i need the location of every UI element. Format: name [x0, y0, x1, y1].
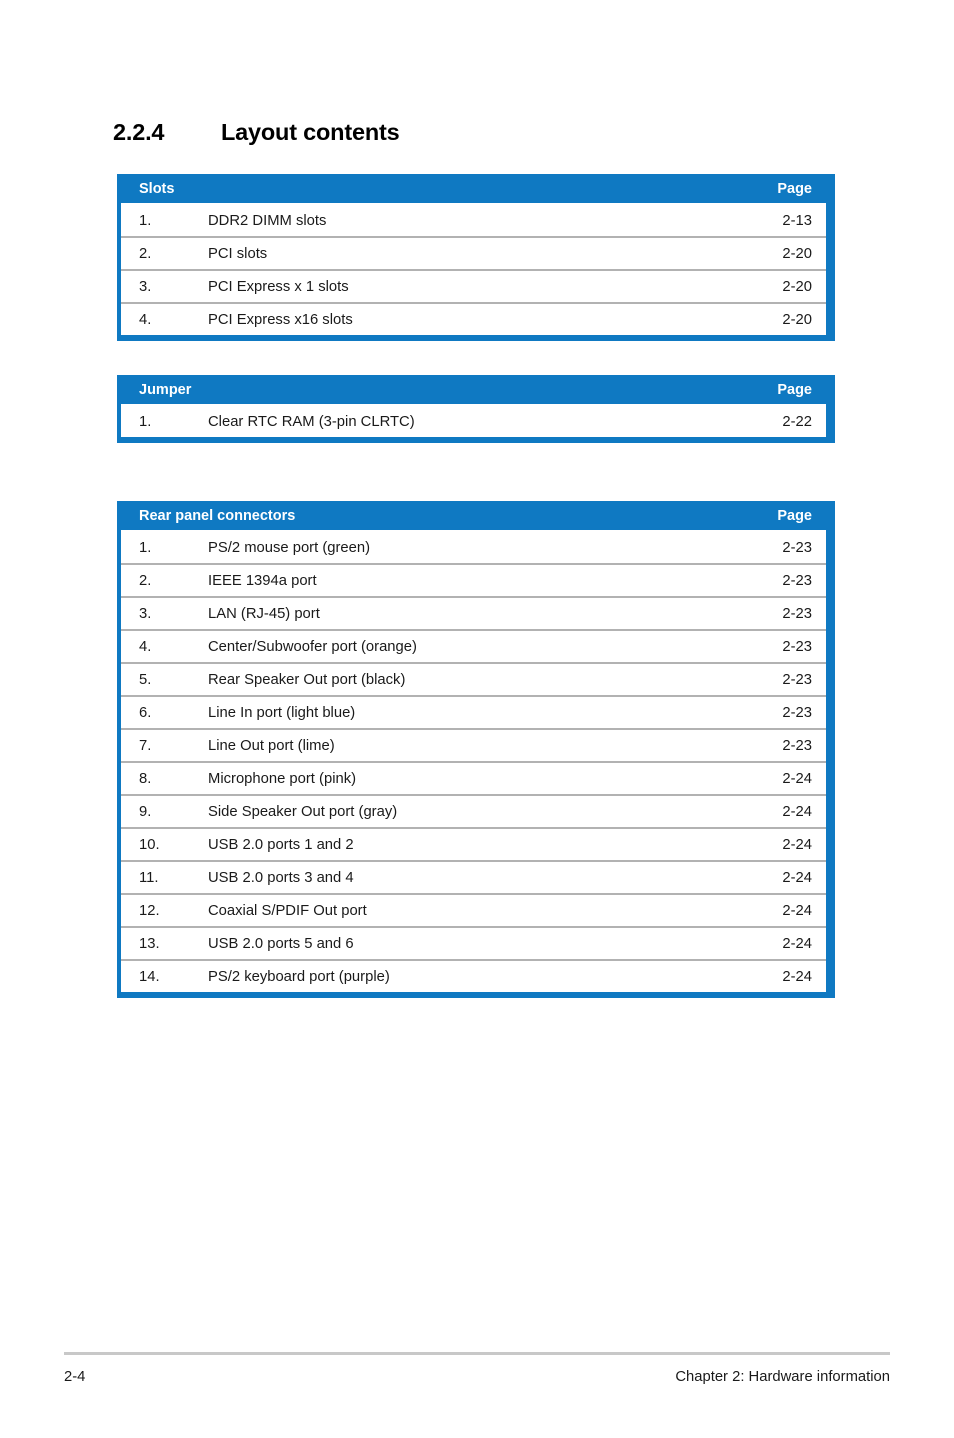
document-page: 2.2.4 Layout contents Slots Page 1. DDR2 DI…	[0, 0, 954, 1438]
table-row: 12. Coaxial S/PDIF Out port 2-24	[121, 893, 826, 926]
row-page-reference: 2-20	[782, 245, 812, 262]
row-page-reference: 2-23	[782, 572, 812, 589]
row-label: DDR2 DIMM slots	[208, 212, 327, 229]
row-index: 4.	[139, 638, 152, 655]
table-row: 9. Side Speaker Out port (gray) 2-24	[121, 794, 826, 827]
table-row: 7. Line Out port (lime) 2-23	[121, 728, 826, 761]
table-header-row: Slots Page	[121, 174, 826, 203]
table-header-row: Jumper Page	[121, 375, 826, 404]
row-index: 12.	[139, 902, 160, 919]
row-page-reference: 2-24	[782, 836, 812, 853]
footer-chapter: Chapter 2: Hardware information	[675, 1369, 890, 1385]
row-page-reference: 2-23	[782, 539, 812, 556]
table-header-page: Page	[777, 180, 812, 197]
row-label: Center/Subwoofer port (orange)	[208, 638, 417, 655]
row-index: 3.	[139, 278, 152, 295]
row-page-reference: 2-24	[782, 803, 812, 820]
table-header-page: Page	[777, 381, 812, 398]
row-label: PS/2 keyboard port (purple)	[208, 968, 390, 985]
row-index: 1.	[139, 413, 152, 430]
rear-panel-connectors-table: Rear panel connectors Page 1. PS/2 mouse po…	[117, 501, 835, 998]
row-page-reference: 2-24	[782, 968, 812, 985]
footer-page-number: 2-4	[64, 1369, 86, 1385]
row-page-reference: 2-24	[782, 935, 812, 952]
row-page-reference: 2-23	[782, 704, 812, 721]
row-label: Line In port (light blue)	[208, 704, 356, 721]
row-label: PCI slots	[208, 245, 268, 262]
row-page-reference: 2-24	[782, 869, 812, 886]
table-row: 2. IEEE 1394a port 2-23	[121, 563, 826, 596]
row-page-reference: 2-24	[782, 902, 812, 919]
table-header-label: Slots	[139, 180, 175, 197]
table-header-row: Rear panel connectors Page	[121, 501, 826, 530]
row-page-reference: 2-23	[782, 638, 812, 655]
footer-divider	[64, 1352, 890, 1355]
table-row: 3. LAN (RJ-45) port 2-23	[121, 596, 826, 629]
row-label: USB 2.0 ports 3 and 4	[208, 869, 354, 886]
table-row: 14. PS/2 keyboard port (purple) 2-24	[121, 959, 826, 992]
row-index: 2.	[139, 245, 152, 262]
row-page-reference: 2-20	[782, 311, 812, 328]
row-label: PCI Express x 1 slots	[208, 278, 349, 295]
page-title: 2.2.4 Layout contents	[113, 119, 400, 146]
section-number: 2.2.4	[113, 119, 165, 145]
row-label: Line Out port (lime)	[208, 737, 335, 754]
table-header-label: Jumper	[139, 381, 192, 398]
table-row: 4. Center/Subwoofer port (orange) 2-23	[121, 629, 826, 662]
row-index: 5.	[139, 671, 152, 688]
row-index: 13.	[139, 935, 160, 952]
row-label: PCI Express x16 slots	[208, 311, 353, 328]
row-label: Coaxial S/PDIF Out port	[208, 902, 367, 919]
row-label: USB 2.0 ports 5 and 6	[208, 935, 354, 952]
table-row: 1. DDR2 DIMM slots 2-13	[121, 203, 826, 236]
row-index: 14.	[139, 968, 160, 985]
row-label: IEEE 1394a port	[208, 572, 317, 589]
row-label: Microphone port (pink)	[208, 770, 357, 787]
row-page-reference: 2-23	[782, 605, 812, 622]
section-title: Layout contents	[221, 119, 400, 145]
row-index: 8.	[139, 770, 152, 787]
jumper-table: Jumper Page 1. Clear RTC RAM (3-pin CLRTC) 2…	[117, 375, 835, 443]
row-page-reference: 2-24	[782, 770, 812, 787]
row-label: Rear Speaker Out port (black)	[208, 671, 406, 688]
row-index: 1.	[139, 212, 152, 229]
table-row: 10. USB 2.0 ports 1 and 2 2-24	[121, 827, 826, 860]
table-row: 2. PCI slots 2-20	[121, 236, 826, 269]
row-label: USB 2.0 ports 1 and 2	[208, 836, 354, 853]
row-page-reference: 2-13	[782, 212, 812, 229]
row-page-reference: 2-22	[782, 413, 812, 430]
table-row: 4. PCI Express x16 slots 2-20	[121, 302, 826, 335]
table-header-label: Rear panel connectors	[139, 507, 296, 524]
table-row: 6. Line In port (light blue) 2-23	[121, 695, 826, 728]
row-page-reference: 2-23	[782, 671, 812, 688]
row-index: 4.	[139, 311, 152, 328]
table-header-page: Page	[777, 507, 812, 524]
row-index: 9.	[139, 803, 152, 820]
row-index: 10.	[139, 836, 160, 853]
table-row: 5. Rear Speaker Out port (black) 2-23	[121, 662, 826, 695]
table-row: 13. USB 2.0 ports 5 and 6 2-24	[121, 926, 826, 959]
slots-table: Slots Page 1. DDR2 DIMM slots 2-13 2. PCI slot…	[117, 174, 835, 341]
row-page-reference: 2-23	[782, 737, 812, 754]
page-footer: 2-4 Chapter 2: Hardware information	[64, 1369, 890, 1385]
row-label: LAN (RJ-45) port	[208, 605, 320, 622]
row-page-reference: 2-20	[782, 278, 812, 295]
row-index: 6.	[139, 704, 152, 721]
table-row: 1. PS/2 mouse port (green) 2-23	[121, 530, 826, 563]
table-row: 1. Clear RTC RAM (3-pin CLRTC) 2-22	[121, 404, 826, 437]
row-index: 2.	[139, 572, 152, 589]
row-index: 3.	[139, 605, 152, 622]
row-label: Side Speaker Out port (gray)	[208, 803, 398, 820]
row-index: 7.	[139, 737, 152, 754]
row-index: 11.	[139, 869, 159, 886]
row-index: 1.	[139, 539, 152, 556]
row-label: Clear RTC RAM (3-pin CLRTC)	[208, 413, 415, 430]
table-row: 3. PCI Express x 1 slots 2-20	[121, 269, 826, 302]
table-row: 11. USB 2.0 ports 3 and 4 2-24	[121, 860, 826, 893]
table-row: 8. Microphone port (pink) 2-24	[121, 761, 826, 794]
row-label: PS/2 mouse port (green)	[208, 539, 371, 556]
